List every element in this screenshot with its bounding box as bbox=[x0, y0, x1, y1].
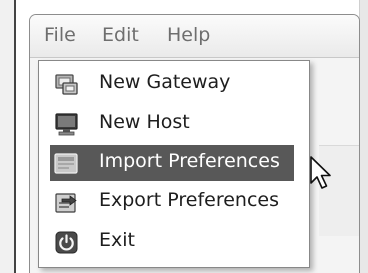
export-icon bbox=[55, 193, 77, 213]
menu-item-label: Export Preferences bbox=[99, 189, 279, 211]
menu-item-import-preferences[interactable]: Import Preferences bbox=[50, 145, 294, 181]
file-menu-dropdown: New Gateway New Host Import Preferences … bbox=[38, 60, 310, 268]
monitor-icon bbox=[55, 113, 78, 136]
gateway-icon bbox=[55, 74, 78, 95]
menu-file[interactable]: File bbox=[44, 24, 76, 46]
menu-bar: File Edit Help bbox=[30, 15, 359, 58]
background-window-frame-right bbox=[359, 0, 368, 273]
menu-item-exit[interactable]: Exit bbox=[50, 224, 294, 260]
mouse-pointer-icon bbox=[310, 156, 331, 189]
menu-edit[interactable]: Edit bbox=[102, 24, 139, 46]
menu-item-label: Exit bbox=[99, 229, 135, 251]
menu-item-label: New Host bbox=[99, 111, 190, 133]
menu-help[interactable]: Help bbox=[167, 24, 210, 46]
menu-item-new-host[interactable]: New Host bbox=[50, 106, 294, 142]
menu-item-new-gateway[interactable]: New Gateway bbox=[50, 66, 294, 102]
menu-item-label: Import Preferences bbox=[99, 150, 280, 172]
import-icon bbox=[54, 153, 78, 174]
background-window-frame bbox=[0, 0, 14, 273]
menu-item-export-preferences[interactable]: Export Preferences bbox=[50, 184, 294, 220]
window-edge bbox=[14, 0, 16, 273]
menu-item-label: New Gateway bbox=[99, 71, 231, 93]
power-icon bbox=[55, 231, 78, 254]
